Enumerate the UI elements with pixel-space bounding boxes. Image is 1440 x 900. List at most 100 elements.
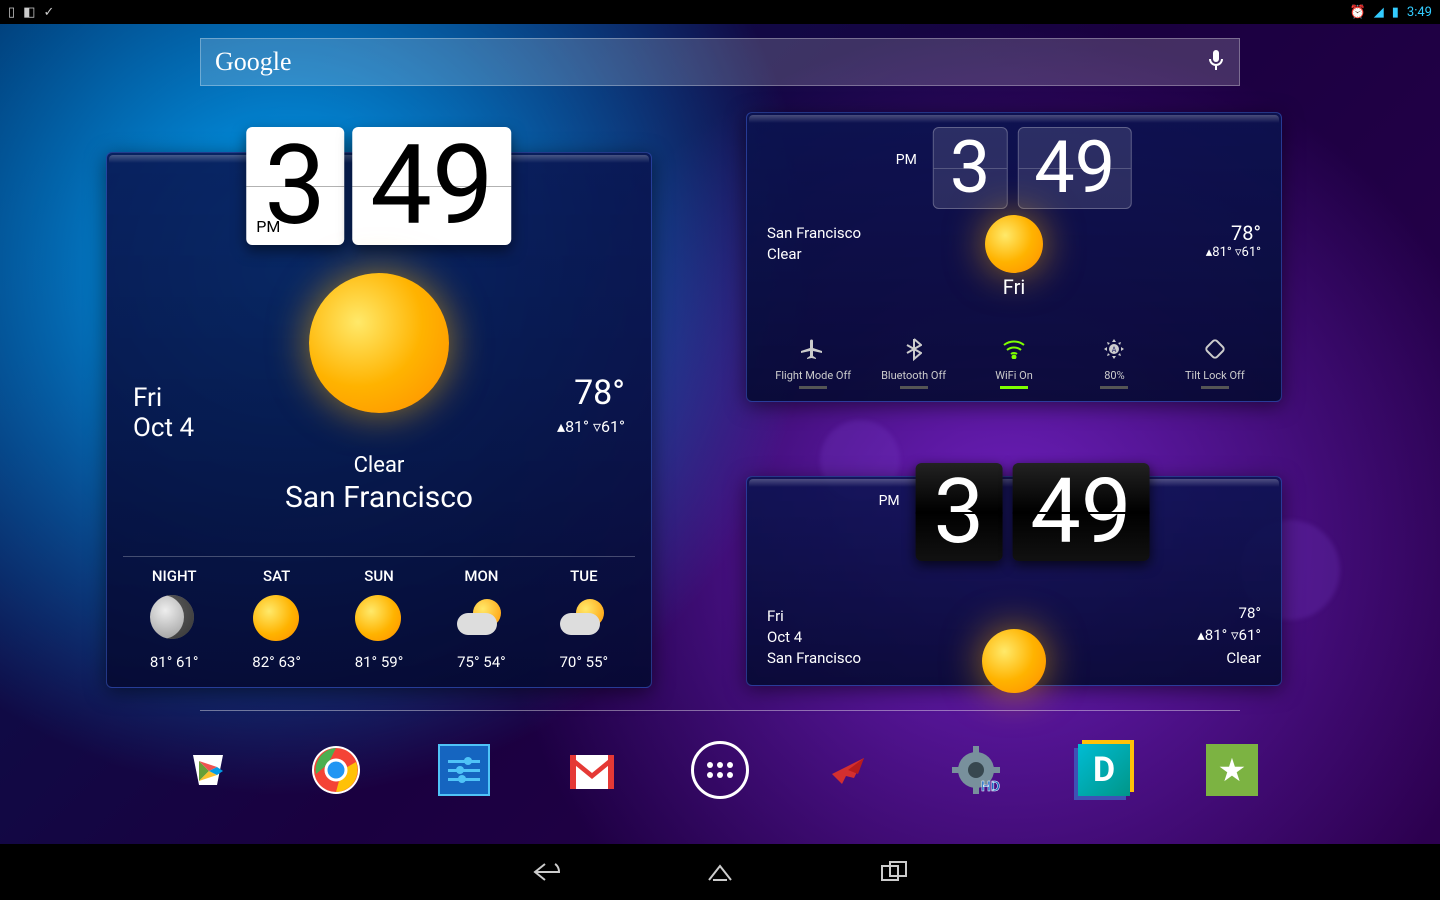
location-label: San Francisco xyxy=(107,480,651,515)
voice-search-icon[interactable] xyxy=(1207,48,1225,76)
back-button[interactable] xyxy=(529,855,563,889)
navigation-bar xyxy=(0,844,1440,900)
partly-cloudy-icon xyxy=(560,595,608,643)
wifi-icon xyxy=(964,335,1064,363)
sun-icon xyxy=(355,595,401,641)
low-temp: ▿61° xyxy=(1231,626,1261,644)
day-label: Fri xyxy=(767,606,861,627)
sun-icon xyxy=(309,273,449,413)
svg-text:HD: HD xyxy=(981,779,1000,795)
brightness-icon: A xyxy=(1064,335,1164,363)
clock-hour: 3 xyxy=(934,459,985,564)
clock-minute: 49 xyxy=(1030,459,1131,564)
condition-label: Clear xyxy=(107,453,651,478)
temp-block: 78° ▴81° ▿61° xyxy=(557,373,625,436)
flip-clock-white: PM3 49 xyxy=(246,127,511,245)
clock-minute: 49 xyxy=(370,121,494,250)
wifi-icon: ◢ xyxy=(1374,5,1384,20)
forecast-label: SAT xyxy=(225,567,327,585)
flip-clock-glass: PM 3 49 xyxy=(896,127,1132,209)
sun-icon xyxy=(982,629,1046,693)
toggle-label: Bluetooth Off xyxy=(863,369,963,382)
toggle-label: Tilt Lock Off xyxy=(1165,369,1265,382)
forecast-day: MON75° 54° xyxy=(430,567,532,671)
toggle-label: Flight Mode Off xyxy=(763,369,863,382)
toggle-wifi[interactable]: WiFi On xyxy=(964,335,1064,389)
current-temp: 78° xyxy=(1206,221,1261,245)
forecast-label: NIGHT xyxy=(123,567,225,585)
forecast-temps: 81° 59° xyxy=(328,653,430,671)
tilt-icon xyxy=(1165,335,1265,363)
dock-divider xyxy=(200,710,1240,711)
toggle-tilt[interactable]: Tilt Lock Off xyxy=(1165,335,1265,389)
condition-label: Clear xyxy=(767,244,861,265)
high-temp: ▴81° xyxy=(1197,626,1227,644)
low-temp: ▿61° xyxy=(593,417,625,436)
ampm-label: PM xyxy=(256,219,280,235)
day-label: Fri xyxy=(747,275,1281,299)
weather-clock-widget-dark[interactable]: PM 3 49 Fri Oct 4 San Francisco 78° ▴81°… xyxy=(746,476,1282,686)
dock-app-apps[interactable] xyxy=(691,741,749,799)
toggle-bluetooth[interactable]: Bluetooth Off xyxy=(863,335,963,389)
weather-clock-widget-large[interactable]: PM3 49 Fri Oct 4 78° ▴81° ▿61° Clear San… xyxy=(106,152,652,688)
high-temp: ▴81° xyxy=(557,417,589,436)
apps-grid-icon xyxy=(707,762,733,778)
weather-clock-widget-toggles[interactable]: PM 3 49 San Francisco Clear 78° ▴81° ▿61… xyxy=(746,112,1282,402)
location-label: San Francisco xyxy=(767,223,861,244)
status-bar: ▯ ◧ ✓ ⏰ ◢ ▮ 3:49 xyxy=(0,0,1440,24)
location-label: San Francisco xyxy=(767,648,861,669)
flip-clock-dark: PM 3 49 xyxy=(879,463,1150,561)
sun-icon xyxy=(253,595,299,641)
dock-app-hd-gear[interactable]: HD xyxy=(947,741,1005,799)
low-temp: ▿61° xyxy=(1235,245,1261,260)
sdcard-icon: ▯ xyxy=(8,5,15,20)
dock-app-chrome[interactable] xyxy=(307,741,365,799)
forecast-temps: 81° 61° xyxy=(123,653,225,671)
tasks-icon: ✓ xyxy=(43,5,54,20)
forecast-temps: 82° 63° xyxy=(225,653,327,671)
dock-app-d-app[interactable]: D xyxy=(1075,741,1133,799)
forecast-temps: 70° 55° xyxy=(533,653,635,671)
clock-minute: 49 xyxy=(1034,125,1115,210)
sun-icon xyxy=(985,215,1043,273)
status-time: 3:49 xyxy=(1407,5,1432,20)
bluetooth-icon xyxy=(863,335,963,363)
current-temp: 78° xyxy=(557,373,625,413)
day-label: Fri xyxy=(133,383,194,413)
dock-app-star-app[interactable]: ★ xyxy=(1203,741,1261,799)
toggle-brightness[interactable]: A80% xyxy=(1064,335,1164,389)
clock-hour: 3 xyxy=(950,125,990,210)
forecast-row: NIGHT 81° 61° SAT 82° 63° SUN 81° 59°MON75° 5… xyxy=(123,556,635,671)
home-button[interactable] xyxy=(703,855,737,889)
high-temp: ▴81° xyxy=(1206,245,1232,260)
google-search-bar[interactable]: Google xyxy=(200,38,1240,86)
dock-app-hd-plane[interactable] xyxy=(819,741,877,799)
forecast-day: SAT 82° 63° xyxy=(225,567,327,671)
app-dock: HD D ★ xyxy=(0,730,1440,810)
moon-icon xyxy=(150,595,194,639)
dock-app-settings[interactable] xyxy=(435,741,493,799)
ampm-label: PM xyxy=(879,493,900,509)
svg-text:A: A xyxy=(1112,346,1117,354)
date-label: Oct 4 xyxy=(133,413,194,443)
airplane-icon xyxy=(763,335,863,363)
forecast-label: TUE xyxy=(533,567,635,585)
forecast-label: SUN xyxy=(328,567,430,585)
current-temp: 78° xyxy=(1197,602,1261,625)
date-block: Fri Oct 4 xyxy=(133,383,194,443)
recent-apps-button[interactable] xyxy=(877,855,911,889)
forecast-day: NIGHT 81° 61° xyxy=(123,567,225,671)
alarm-icon: ⏰ xyxy=(1350,5,1366,20)
ampm-label: PM xyxy=(896,152,917,168)
temp-block: 78° ▴81° ▿61° xyxy=(1206,221,1261,260)
date-location-block: Fri Oct 4 San Francisco xyxy=(767,606,861,669)
forecast-day: TUE 70° 55° xyxy=(533,567,635,671)
temp-condition-block: 78° ▴81° ▿61° Clear xyxy=(1197,602,1261,670)
toggle-airplane[interactable]: Flight Mode Off xyxy=(763,335,863,389)
forecast-label: MON xyxy=(430,567,532,585)
date-label: Oct 4 xyxy=(767,627,861,648)
toggle-label: WiFi On xyxy=(964,369,1064,382)
dock-app-gmail[interactable] xyxy=(563,741,621,799)
dock-app-play-store[interactable] xyxy=(179,741,237,799)
google-logo: Google xyxy=(215,47,292,77)
